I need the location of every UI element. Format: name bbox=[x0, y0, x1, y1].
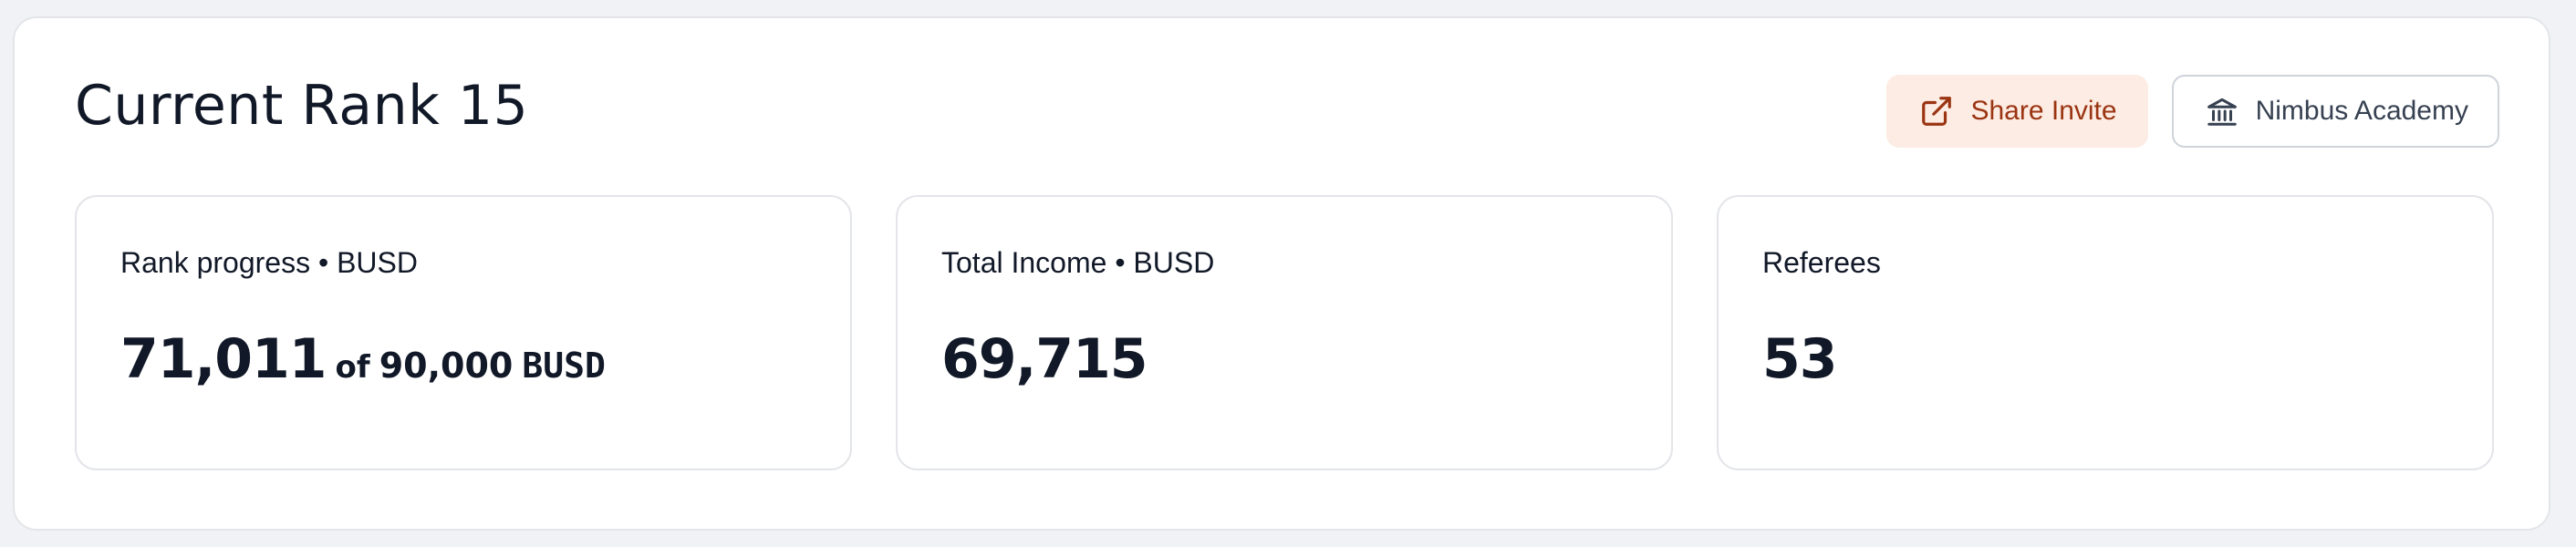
nimbus-academy-button[interactable]: Nimbus Academy bbox=[2171, 75, 2499, 148]
bank-icon bbox=[2205, 94, 2239, 129]
rank-progress-value: 71,011 of 90,000 BUSD bbox=[120, 332, 606, 387]
total-income-label: Total Income • BUSD bbox=[941, 246, 1215, 279]
rank-progress-current: 71,011 bbox=[120, 327, 327, 391]
rank-progress-unit: BUSD bbox=[522, 346, 606, 386]
total-income-card: Total Income • BUSD 69,715 bbox=[896, 195, 1673, 470]
header-actions: Share Invite Nimbus Academy bbox=[1886, 75, 2499, 148]
referees-value: 53 bbox=[1762, 332, 1837, 387]
external-link-icon bbox=[1919, 94, 1954, 129]
total-income-amount: 69,715 bbox=[941, 327, 1148, 391]
total-income-value: 69,715 bbox=[941, 332, 1148, 387]
nimbus-academy-label: Nimbus Academy bbox=[2255, 96, 2468, 126]
share-invite-label: Share Invite bbox=[1970, 96, 2117, 126]
page-title: Current Rank 15 bbox=[75, 74, 529, 138]
rank-progress-target: 90,000 bbox=[379, 346, 514, 386]
rank-progress-of: of bbox=[335, 349, 370, 386]
referees-card: Referees 53 bbox=[1717, 195, 2494, 470]
rank-progress-label: Rank progress • BUSD bbox=[120, 246, 418, 279]
referees-count: 53 bbox=[1762, 327, 1837, 391]
share-invite-button[interactable]: Share Invite bbox=[1886, 75, 2148, 148]
referees-label: Referees bbox=[1762, 246, 1881, 279]
stat-cards: Rank progress • BUSD 71,011 of 90,000 BU… bbox=[75, 195, 2494, 470]
rank-progress-card: Rank progress • BUSD 71,011 of 90,000 BU… bbox=[75, 195, 852, 470]
rank-panel: Current Rank 15 Share Invite Nimbus Acad… bbox=[13, 16, 2550, 531]
